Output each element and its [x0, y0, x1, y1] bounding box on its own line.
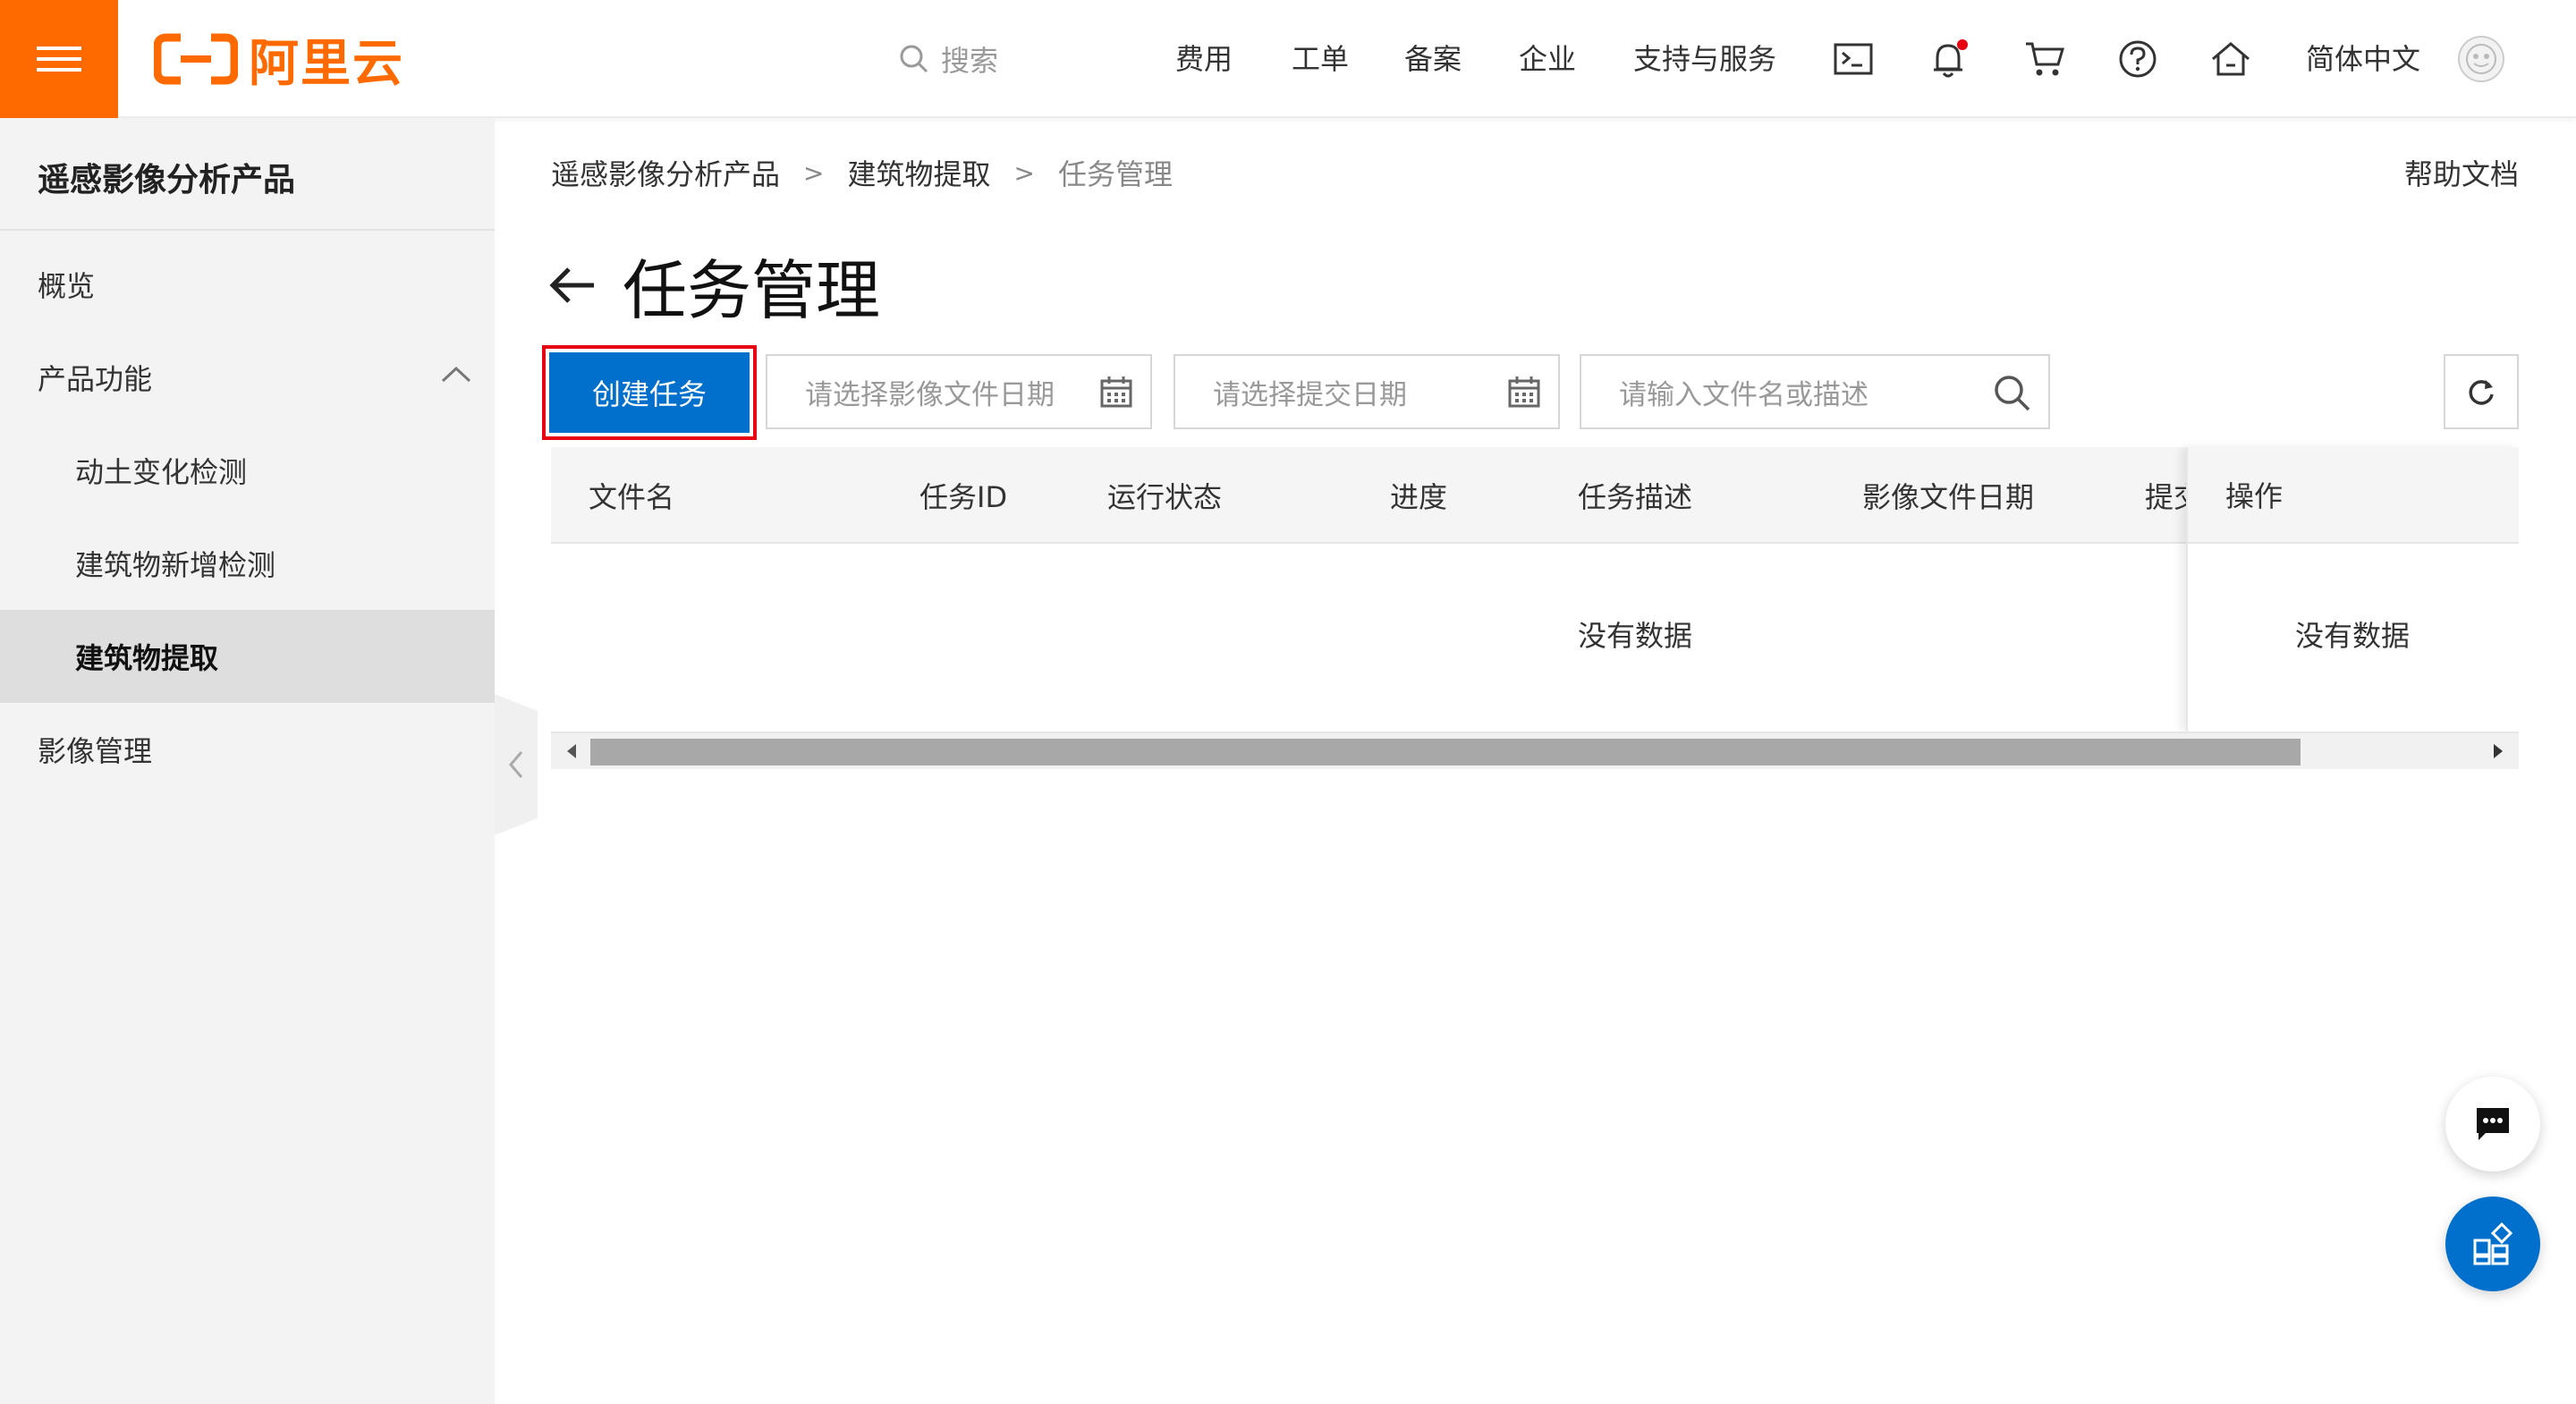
nav-enterprise-link[interactable]: 企业 — [1519, 36, 1576, 82]
column-header-image-date: 影像文件日期 — [1862, 480, 2035, 514]
breadcrumb: 遥感影像分析产品 > 建筑物提取 > 任务管理 — [551, 152, 1173, 193]
caret-left-icon — [567, 744, 576, 758]
table-horizontal-scrollbar[interactable] — [551, 732, 2519, 769]
refresh-button[interactable] — [2444, 354, 2519, 429]
refresh-icon — [2469, 380, 2494, 405]
sidebar-item-label: 概览 — [38, 269, 96, 303]
breadcrumb-item-product[interactable]: 遥感影像分析产品 — [551, 152, 780, 193]
cart-button[interactable] — [2020, 34, 2070, 84]
nav-fees-link[interactable]: 费用 — [1175, 36, 1233, 82]
search-icon — [900, 45, 928, 73]
help-button[interactable] — [2113, 34, 2163, 84]
search-icon[interactable] — [1993, 374, 2032, 413]
submit-date-placeholder: 请选择提交日期 — [1213, 378, 1407, 411]
back-button[interactable] — [547, 257, 605, 314]
task-table: 文件名 任务ID 运行状态 进度 任务描述 影像文件日期 提交 没有数据 操作 … — [551, 447, 2519, 771]
home-button[interactable] — [2206, 34, 2256, 84]
apps-grid-icon — [2473, 1222, 2513, 1265]
image-date-placeholder: 请选择影像文件日期 — [805, 378, 1055, 411]
hamburger-icon — [37, 47, 81, 72]
quick-apps-button[interactable] — [2445, 1197, 2540, 1291]
page-title-row: 任务管理 — [547, 238, 880, 332]
page-title: 任务管理 — [623, 253, 881, 328]
question-circle-icon — [2119, 40, 2157, 78]
language-switcher[interactable]: 简体中文 — [2306, 36, 2420, 82]
task-search-input[interactable]: 请输入文件名或描述 — [1580, 354, 2050, 429]
scroll-left-button[interactable] — [556, 733, 587, 769]
sidebar-item-overview[interactable]: 概览 — [0, 238, 495, 331]
global-search[interactable]: 搜索 — [898, 36, 998, 82]
user-avatar[interactable] — [2458, 36, 2504, 82]
sidebar-item-label: 建筑物提取 — [75, 641, 219, 675]
sidebar-item-label: 建筑物新增检测 — [75, 548, 276, 582]
column-header-description: 任务描述 — [1578, 480, 1693, 514]
top-navbar: 阿里云 搜索 费用 工单 备案 企业 支持与服务 简体中文 — [0, 0, 2576, 118]
cloud-shell-button[interactable] — [1828, 34, 1878, 84]
sidebar-item-land-change-detection[interactable]: 动土变化检测 — [0, 424, 495, 517]
home-icon — [2212, 42, 2250, 76]
cart-icon — [2026, 42, 2065, 76]
table-fixed-actions-column: 操作 没有数据 — [2186, 447, 2519, 732]
breadcrumb-item-current: 任务管理 — [1057, 157, 1173, 191]
scroll-right-button[interactable] — [2483, 733, 2513, 769]
nav-tickets-link[interactable]: 工单 — [1292, 36, 1349, 82]
sidebar-item-label: 动土变化检测 — [75, 455, 248, 489]
column-header-progress: 进度 — [1390, 480, 1448, 514]
column-header-filename: 文件名 — [589, 480, 675, 514]
sidebar-item-label: 产品功能 — [38, 362, 153, 396]
sidebar-item-image-management[interactable]: 影像管理 — [0, 703, 495, 796]
column-header-task-id: 任务ID — [919, 480, 1008, 514]
submit-date-picker[interactable]: 请选择提交日期 — [1174, 354, 1560, 429]
breadcrumb-item-building-extraction[interactable]: 建筑物提取 — [847, 152, 990, 193]
image-date-picker[interactable]: 请选择影像文件日期 — [766, 354, 1152, 429]
chat-bubble-icon — [2477, 1108, 2509, 1140]
notifications-button[interactable] — [1925, 34, 1975, 84]
sidebar-item-building-extraction[interactable]: 建筑物提取 — [0, 610, 495, 703]
aliyun-logo[interactable]: 阿里云 — [154, 27, 404, 93]
actions-empty-message: 没有数据 — [2295, 619, 2411, 653]
sidebar-divider — [0, 229, 495, 231]
chevron-up-icon — [441, 366, 471, 383]
sidebar-item-new-building-detection[interactable]: 建筑物新增检测 — [0, 517, 495, 610]
breadcrumb-separator-icon: > — [803, 157, 825, 188]
table-empty-message: 没有数据 — [1578, 619, 1693, 653]
task-search-placeholder: 请输入文件名或描述 — [1619, 378, 1868, 411]
chat-support-button[interactable] — [2445, 1077, 2540, 1171]
calendar-icon — [1508, 376, 1540, 408]
hamburger-menu-button[interactable] — [0, 0, 118, 118]
sidebar: 遥感影像分析产品 概览 产品功能 动土变化检测 建筑物新增检测 建筑物提取 影像… — [0, 118, 495, 1404]
chevron-left-icon — [509, 751, 523, 778]
nav-icp-link[interactable]: 备案 — [1404, 36, 1462, 82]
create-task-button[interactable]: 创建任务 — [542, 345, 757, 440]
arrow-left-icon — [549, 266, 594, 303]
avatar-face-icon — [2466, 44, 2496, 74]
terminal-icon — [1834, 43, 1873, 75]
bell-icon — [1934, 39, 1968, 78]
sidebar-item-label: 影像管理 — [38, 734, 153, 768]
column-header-status: 运行状态 — [1107, 480, 1223, 514]
sidebar-collapse-toggle[interactable] — [495, 694, 538, 835]
logo-text: 阿里云 — [249, 34, 404, 93]
calendar-icon — [1100, 376, 1132, 408]
sidebar-product-title: 遥感影像分析产品 — [38, 162, 296, 199]
nav-support-link[interactable]: 支持与服务 — [1633, 36, 1776, 82]
column-header-actions: 操作 — [2188, 447, 2519, 544]
aliyun-logo-mark — [154, 33, 238, 85]
help-docs-link[interactable]: 帮助文档 — [2404, 152, 2519, 193]
scrollbar-thumb[interactable] — [590, 739, 2301, 765]
breadcrumb-separator-icon: > — [1013, 157, 1035, 188]
sidebar-item-product-features[interactable]: 产品功能 — [0, 331, 495, 424]
global-search-placeholder: 搜索 — [941, 44, 999, 78]
caret-right-icon — [2494, 744, 2503, 758]
